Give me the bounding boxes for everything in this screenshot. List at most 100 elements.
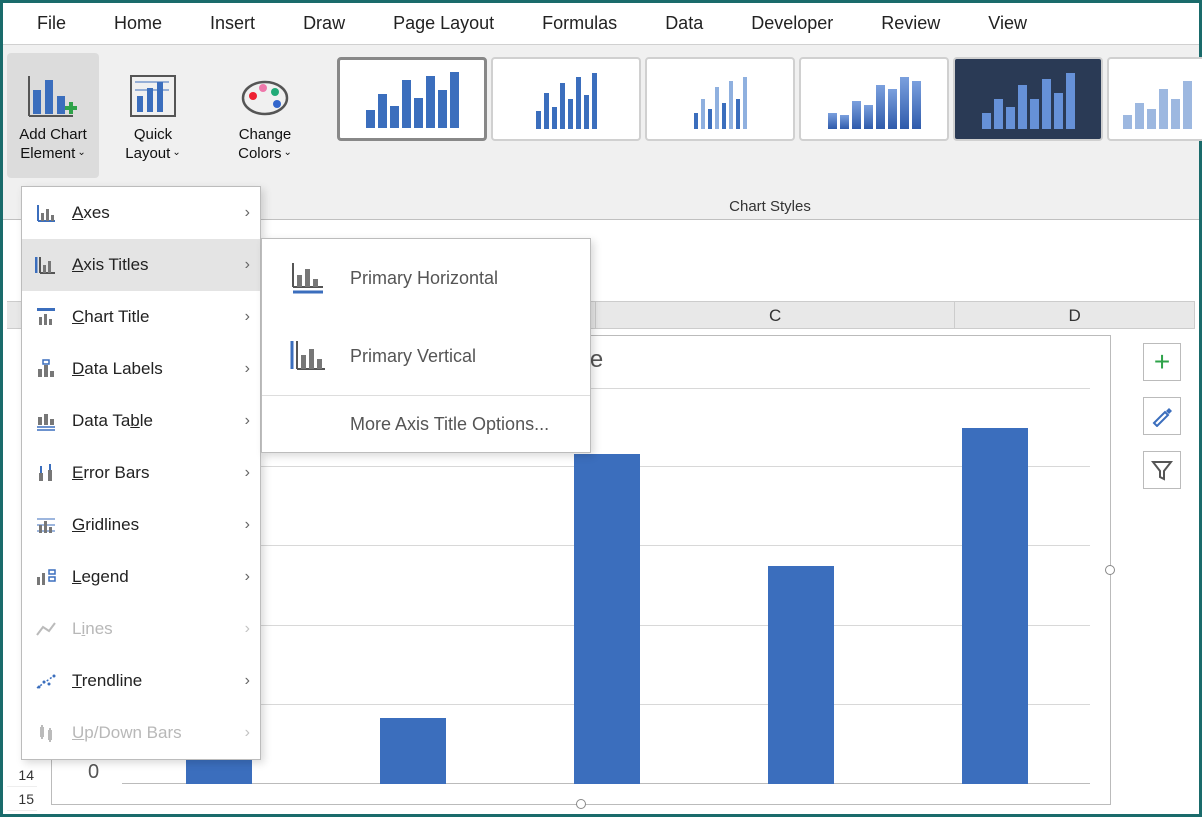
- chevron-right-icon: ›: [245, 464, 250, 482]
- add-chart-element-icon: [27, 68, 79, 124]
- menu-item-data-table[interactable]: Data Table ›: [22, 395, 260, 447]
- gridlines-icon: [32, 515, 60, 535]
- tab-page-layout[interactable]: Page Layout: [377, 5, 510, 42]
- row-header-14[interactable]: 14: [7, 763, 37, 787]
- selection-handle[interactable]: [576, 799, 586, 809]
- bar[interactable]: [962, 428, 1028, 784]
- tab-data[interactable]: Data: [649, 5, 719, 42]
- submenu-primary-vertical[interactable]: Primary Vertical: [262, 317, 590, 395]
- menu-item-error-bars[interactable]: Error Bars ›: [22, 447, 260, 499]
- col-header-d[interactable]: D: [955, 302, 1195, 328]
- chart-style-3[interactable]: [645, 57, 795, 141]
- quick-layout-icon: [129, 68, 177, 124]
- error-bars-icon: [32, 463, 60, 483]
- bar[interactable]: [574, 454, 640, 784]
- chevron-right-icon: ›: [245, 204, 250, 222]
- chart-styles-group-label: Chart Styles: [729, 198, 811, 215]
- menu-item-label: Data Labels: [72, 359, 163, 379]
- add-chart-element-button[interactable]: Add Chart Element⌄: [7, 53, 99, 178]
- quick-layout-label: Quick Layout: [125, 126, 172, 162]
- chart-styles-gallery[interactable]: [331, 53, 1202, 141]
- chart-style-4[interactable]: [799, 57, 949, 141]
- menu-item-label: Error Bars: [72, 463, 149, 483]
- chevron-right-icon: ›: [245, 360, 250, 378]
- menu-item-label: Lines: [72, 619, 113, 639]
- legend-icon: [32, 567, 60, 587]
- row-headers: 14 15: [7, 763, 37, 810]
- bar[interactable]: [768, 566, 834, 784]
- chart-elements-plus-button[interactable]: +: [1143, 343, 1181, 381]
- chevron-down-icon: ⌄: [77, 147, 85, 158]
- tab-formulas[interactable]: Formulas: [526, 5, 633, 42]
- chart-style-5[interactable]: [953, 57, 1103, 141]
- add-chart-element-menu: Axes›Axis Titles›Chart Title›Data Labels…: [21, 186, 261, 760]
- menu-item-axis-titles[interactable]: Axis Titles ›: [22, 239, 260, 291]
- funnel-icon: [1151, 459, 1173, 481]
- menu-item-label: Axis Titles: [72, 255, 149, 275]
- menu-item-label: Data Table: [72, 411, 153, 431]
- chart-title-icon: [32, 307, 60, 327]
- quick-layout-button[interactable]: Quick Layout⌄: [107, 53, 199, 178]
- axes-icon: [32, 203, 60, 223]
- palette-icon: [239, 68, 291, 124]
- chevron-right-icon: ›: [245, 256, 250, 274]
- menu-item-axes[interactable]: Axes ›: [22, 187, 260, 239]
- tab-home[interactable]: Home: [98, 5, 178, 42]
- menu-item-label: Trendline: [72, 671, 142, 691]
- bar[interactable]: [380, 718, 446, 784]
- tab-insert[interactable]: Insert: [194, 5, 271, 42]
- tab-draw[interactable]: Draw: [287, 5, 361, 42]
- plus-icon: +: [1154, 346, 1170, 378]
- chevron-right-icon: ›: [245, 308, 250, 326]
- menu-item-legend[interactable]: Legend ›: [22, 551, 260, 603]
- menu-item-label: Legend: [72, 567, 129, 587]
- chevron-right-icon: ›: [245, 568, 250, 586]
- menu-item-trendline[interactable]: Trendline ›: [22, 655, 260, 707]
- axis-titles-icon: [32, 255, 60, 275]
- tab-view[interactable]: View: [972, 5, 1043, 42]
- chevron-right-icon: ›: [245, 412, 250, 430]
- chevron-down-icon: ⌄: [172, 147, 180, 158]
- menu-item-gridlines[interactable]: Gridlines ›: [22, 499, 260, 551]
- submenu-primary-horizontal[interactable]: Primary Horizontal: [262, 239, 590, 317]
- chart-style-1[interactable]: [337, 57, 487, 141]
- axis-horizontal-icon: [286, 261, 330, 295]
- lines-icon: [32, 619, 60, 639]
- tab-file[interactable]: File: [21, 5, 82, 42]
- menu-item-label: Up/Down Bars: [72, 723, 182, 743]
- col-header-c[interactable]: C: [596, 302, 955, 328]
- tab-developer[interactable]: Developer: [735, 5, 849, 42]
- submenu-label: Primary Horizontal: [350, 268, 498, 289]
- chevron-right-icon: ›: [245, 724, 250, 742]
- submenu-label: Primary Vertical: [350, 346, 476, 367]
- menu-item-label: Gridlines: [72, 515, 139, 535]
- y-axis-zero-label: 0: [88, 761, 99, 784]
- menu-item-up-down-bars: Up/Down Bars ›: [22, 707, 260, 759]
- chart-styles-brush-button[interactable]: [1143, 397, 1181, 435]
- menu-item-label: Axes: [72, 203, 110, 223]
- menu-item-label: Chart Title: [72, 307, 149, 327]
- trendline-icon: [32, 671, 60, 691]
- chevron-down-icon: ⌄: [283, 147, 291, 158]
- submenu-label: More Axis Title Options...: [350, 414, 549, 435]
- brush-icon: [1151, 405, 1173, 427]
- data-labels-icon: [32, 359, 60, 379]
- chart-style-6[interactable]: [1107, 57, 1202, 141]
- menu-item-chart-title[interactable]: Chart Title ›: [22, 291, 260, 343]
- submenu-more-options[interactable]: More Axis Title Options...: [262, 396, 590, 452]
- row-header-15[interactable]: 15: [7, 787, 37, 811]
- data-table-icon: [32, 411, 60, 431]
- menu-tabs: File Home Insert Draw Page Layout Formul…: [3, 3, 1199, 45]
- change-colors-button[interactable]: Change Colors⌄: [219, 53, 311, 178]
- menu-item-data-labels[interactable]: Data Labels ›: [22, 343, 260, 395]
- selection-handle[interactable]: [1105, 565, 1115, 575]
- chevron-right-icon: ›: [245, 672, 250, 690]
- menu-item-lines: Lines ›: [22, 603, 260, 655]
- chart-style-2[interactable]: [491, 57, 641, 141]
- axis-vertical-icon: [286, 339, 330, 373]
- chevron-right-icon: ›: [245, 516, 250, 534]
- chart-filter-button[interactable]: [1143, 451, 1181, 489]
- up-down-bars-icon: [32, 723, 60, 743]
- chevron-right-icon: ›: [245, 620, 250, 638]
- tab-review[interactable]: Review: [865, 5, 956, 42]
